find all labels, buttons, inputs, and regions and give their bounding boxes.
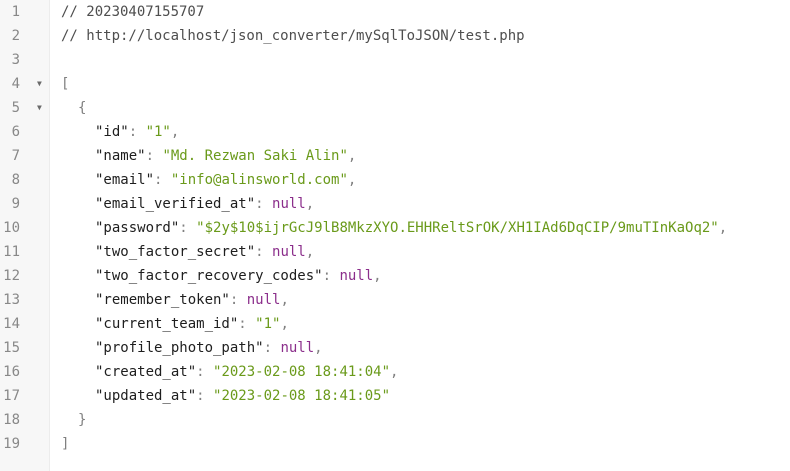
- fold-arrow-icon[interactable]: ▼: [37, 72, 42, 96]
- code-line: }: [50, 408, 790, 432]
- line-number: 7: [11, 148, 20, 164]
- json-field-row: "two_factor_recovery_codes": null,: [50, 264, 790, 288]
- line-number: 12: [3, 268, 20, 284]
- line-number: 14: [3, 316, 20, 332]
- line-number: 6: [11, 124, 20, 140]
- json-field-row: "id": "1",: [50, 120, 790, 144]
- line-number: 5: [11, 100, 20, 116]
- json-field-row: "profile_photo_path": null,: [50, 336, 790, 360]
- json-value: "Md. Rezwan Saki Alin": [162, 148, 348, 164]
- json-field-row: "current_team_id": "1",: [50, 312, 790, 336]
- url-comment: // http://localhost/json_converter/mySql…: [61, 28, 525, 44]
- code-area: // 20230407155707 // http://localhost/js…: [50, 0, 790, 471]
- open-brace: {: [78, 100, 87, 116]
- json-field-row: "password": "$2y$10$ijrGcJ9lB8MkzXYO.EHH…: [50, 216, 790, 240]
- line-number: 13: [3, 292, 20, 308]
- json-key: "two_factor_secret": [95, 244, 256, 260]
- json-value: null: [246, 292, 281, 308]
- json-field-row: "remember_token": null,: [50, 288, 790, 312]
- gutter-line-6: 6: [0, 120, 49, 144]
- close-brace: }: [78, 412, 87, 428]
- line-number: 3: [11, 52, 20, 68]
- gutter-line-16: 16: [0, 360, 49, 384]
- gutter-line-10: 10: [0, 216, 49, 240]
- json-value: null: [272, 196, 306, 212]
- line-number-gutter: 1 2 3 4 ▼ 5 ▼ 6 7 8 9 10 11 12 13 14 15 16…: [0, 0, 50, 471]
- close-bracket: ]: [61, 436, 70, 452]
- code-line: {: [50, 96, 790, 120]
- json-value: "2023-02-08 18:41:04": [213, 364, 391, 380]
- gutter-line-12: 12: [0, 264, 49, 288]
- line-number: 19: [3, 436, 20, 452]
- gutter-line-7: 7: [0, 144, 49, 168]
- json-value: null: [280, 340, 315, 356]
- json-field-row: "email_verified_at": null,: [50, 192, 790, 216]
- gutter-line-19: 19: [0, 432, 49, 456]
- json-key: "email": [95, 172, 155, 188]
- json-value: "1": [145, 124, 171, 140]
- gutter-line-5: 5 ▼: [0, 96, 49, 120]
- code-line: [: [50, 72, 790, 96]
- json-key: "two_factor_recovery_codes": [95, 268, 323, 284]
- line-number: 1: [11, 4, 20, 20]
- fold-arrow-icon[interactable]: ▼: [37, 96, 42, 120]
- json-field-row: "email": "info@alinsworld.com",: [50, 168, 790, 192]
- json-field-row: "updated_at": "2023-02-08 18:41:05": [50, 384, 790, 408]
- code-line: // 20230407155707: [50, 0, 790, 24]
- line-number: 10: [3, 220, 20, 236]
- line-number: 16: [3, 364, 20, 380]
- json-field-row: "two_factor_secret": null,: [50, 240, 790, 264]
- json-field-row: "name": "Md. Rezwan Saki Alin",: [50, 144, 790, 168]
- gutter-line-8: 8: [0, 168, 49, 192]
- json-key: "email_verified_at": [95, 196, 256, 212]
- json-key: "remember_token": [95, 292, 230, 308]
- open-bracket: [: [61, 76, 70, 92]
- line-number: 9: [11, 196, 20, 212]
- gutter-line-18: 18: [0, 408, 49, 432]
- gutter-line-1: 1: [0, 0, 49, 24]
- gutter-line-4: 4 ▼: [0, 72, 49, 96]
- line-number: 8: [11, 172, 20, 188]
- gutter-line-15: 15: [0, 336, 49, 360]
- gutter-line-13: 13: [0, 288, 49, 312]
- json-value: "1": [255, 316, 281, 332]
- json-key: "current_team_id": [95, 316, 239, 332]
- line-number: 2: [11, 28, 20, 44]
- line-number: 11: [3, 244, 20, 260]
- timestamp-comment: // 20230407155707: [61, 4, 205, 20]
- json-key: "profile_photo_path": [95, 340, 264, 356]
- gutter-line-2: 2: [0, 24, 49, 48]
- json-key: "updated_at": [95, 388, 197, 404]
- code-line: // http://localhost/json_converter/mySql…: [50, 24, 790, 48]
- json-key: "password": [95, 220, 180, 236]
- json-key: "id": [95, 124, 129, 140]
- json-value: "$2y$10$ijrGcJ9lB8MkzXYO.EHHReltSrOK/XH1…: [196, 220, 719, 236]
- gutter-line-17: 17: [0, 384, 49, 408]
- gutter-line-9: 9: [0, 192, 49, 216]
- json-viewer: 1 2 3 4 ▼ 5 ▼ 6 7 8 9 10 11 12 13 14 15 16…: [0, 0, 790, 471]
- line-number: 4: [11, 76, 20, 92]
- json-value: "info@alinsworld.com": [170, 172, 348, 188]
- json-value: null: [339, 268, 374, 284]
- json-value: "2023-02-08 18:41:05": [213, 388, 391, 404]
- json-key: "name": [95, 148, 146, 164]
- line-number: 18: [3, 412, 20, 428]
- json-field-row: "created_at": "2023-02-08 18:41:04",: [50, 360, 790, 384]
- gutter-line-14: 14: [0, 312, 49, 336]
- json-key: "created_at": [95, 364, 197, 380]
- code-line: ]: [50, 432, 790, 456]
- line-number: 15: [3, 340, 20, 356]
- line-number: 17: [3, 388, 20, 404]
- json-value: null: [272, 244, 306, 260]
- gutter-line-11: 11: [0, 240, 49, 264]
- gutter-line-3: 3: [0, 48, 49, 72]
